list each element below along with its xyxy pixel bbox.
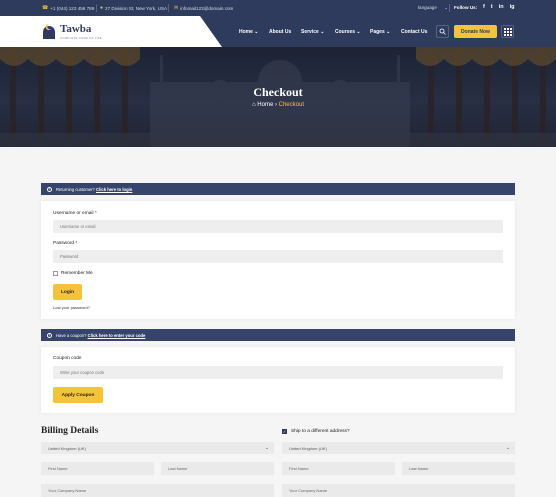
info-icon: i <box>47 186 52 192</box>
billing-last-name[interactable]: Last Name <box>161 462 274 475</box>
username-input[interactable]: Username or email <box>53 220 503 233</box>
follow-us-label: Follow Us: <box>454 5 478 10</box>
address-contact: ● 27 Division St, New York, USA <box>100 5 167 11</box>
logo-name: Tawba <box>60 23 92 35</box>
phone-text: +1 (044) 123 456 789 <box>50 5 95 11</box>
chevron-down-icon: ⌄ <box>505 445 510 451</box>
social-links: f t in ig <box>483 4 514 10</box>
billing-title: Billing Details <box>41 426 99 436</box>
twitter-icon[interactable]: t <box>491 4 493 10</box>
logo-area[interactable]: Tawba COMPLETE CODE OF LIFE <box>0 16 222 47</box>
lost-password-link[interactable]: Lost your password? <box>53 305 90 310</box>
logo-tagline: COMPLETE CODE OF LIFE <box>60 36 102 40</box>
checkbox-checked-icon[interactable]: ✓ <box>282 429 287 434</box>
remember-label: Remember Me <box>61 271 93 276</box>
coupon-label: Coupon code <box>53 356 82 361</box>
mosque-logo-icon <box>43 23 55 39</box>
main-header: Tawba COMPLETE CODE OF LIFE Home ⌄ About… <box>0 16 556 47</box>
email-text: infomail123@domain.com <box>180 5 234 11</box>
page-banner: Checkout ⌂ Home › Checkout <box>0 47 556 147</box>
chevron-down-icon: ⌄ <box>264 445 269 451</box>
breadcrumb-current: Checkout <box>278 102 304 108</box>
instagram-icon[interactable]: ig <box>510 4 515 10</box>
donate-button[interactable]: Donate Now <box>454 25 497 38</box>
checkout-content: i Returning customer? Click here to logi… <box>0 147 556 497</box>
shipping-first-name[interactable]: First Name <box>282 462 395 475</box>
info-icon: i <box>47 332 52 338</box>
coupon-input[interactable]: Write your coupon code <box>53 366 503 379</box>
home-icon: ⌂ <box>251 102 256 108</box>
country-select-billing[interactable]: United Kingdom (UK) ⌄ <box>41 442 274 454</box>
billing-first-name[interactable]: First Name <box>41 462 154 475</box>
divider <box>168 4 169 12</box>
nav-courses[interactable]: Courses ⌄ <box>335 29 361 35</box>
divider <box>96 4 97 12</box>
phone-icon: ☎ <box>42 5 49 11</box>
apply-coupon-button[interactable]: Apply Coupon <box>53 387 103 403</box>
address-text: 27 Division St, New York, USA <box>105 5 168 11</box>
chevron-down-icon: ⌄ <box>320 29 325 35</box>
breadcrumb: ⌂ Home › Checkout <box>0 102 556 108</box>
chevron-right-icon: › <box>274 102 277 108</box>
ship-different-address[interactable]: ✓ Ship to a different address? <box>282 429 350 434</box>
chevron-down-icon: ⌄ <box>356 29 361 35</box>
breadcrumb-home[interactable]: Home <box>257 102 273 108</box>
mail-icon: ✉ <box>174 5 179 11</box>
country-select-shipping[interactable]: United Kingdom (UK) ⌄ <box>282 442 515 454</box>
login-link[interactable]: Click here to login <box>96 187 132 192</box>
shipping-company[interactable]: Your Company Name <box>282 484 515 497</box>
language-select[interactable]: language ⌄ <box>418 5 448 11</box>
search-button[interactable] <box>436 25 449 38</box>
billing-company[interactable]: Your Company Name <box>41 484 274 497</box>
chevron-down-icon: ⌄ <box>444 5 449 10</box>
remember-checkbox[interactable] <box>53 271 58 276</box>
chevron-down-icon: ⌄ <box>254 29 259 35</box>
login-form: Username or email * Username or email Pa… <box>41 201 515 319</box>
linkedin-icon[interactable]: in <box>499 4 504 10</box>
phone-contact[interactable]: ☎ +1 (044) 123 456 789 <box>42 5 94 11</box>
facebook-icon[interactable]: f <box>483 4 485 10</box>
nav-service[interactable]: Service ⌄ <box>301 29 324 35</box>
nav-home[interactable]: Home ⌄ <box>239 29 259 35</box>
menu-grid-button[interactable] <box>501 25 514 38</box>
location-pin-icon: ● <box>100 5 104 11</box>
nav-pages[interactable]: Pages ⌄ <box>370 29 390 35</box>
shipping-last-name[interactable]: Last Name <box>402 462 515 475</box>
login-notice: i Returning customer? Click here to logi… <box>41 183 515 195</box>
email-contact[interactable]: ✉ infomail123@domain.com <box>174 5 233 11</box>
coupon-notice: i Have a coupon? Click here to enter you… <box>41 329 515 341</box>
login-button[interactable]: Login <box>53 284 82 300</box>
search-icon <box>439 28 446 35</box>
grid-dot-icon <box>503 27 506 30</box>
coupon-form: Coupon code Write your coupon code Apply… <box>41 347 515 413</box>
page-title: Checkout <box>253 85 303 99</box>
password-input[interactable]: Password <box>53 250 503 263</box>
top-bar: ☎ +1 (044) 123 456 789 ● 27 Division St,… <box>0 0 556 16</box>
password-label: Password * <box>53 241 78 246</box>
chevron-down-icon: ⌄ <box>386 29 391 35</box>
nav-about[interactable]: About Us <box>269 29 291 35</box>
coupon-link[interactable]: Click here to enter your code <box>88 333 146 338</box>
username-label: Username or email * <box>53 211 97 216</box>
nav-contact[interactable]: Contact Us <box>401 29 427 35</box>
divider <box>449 4 450 12</box>
